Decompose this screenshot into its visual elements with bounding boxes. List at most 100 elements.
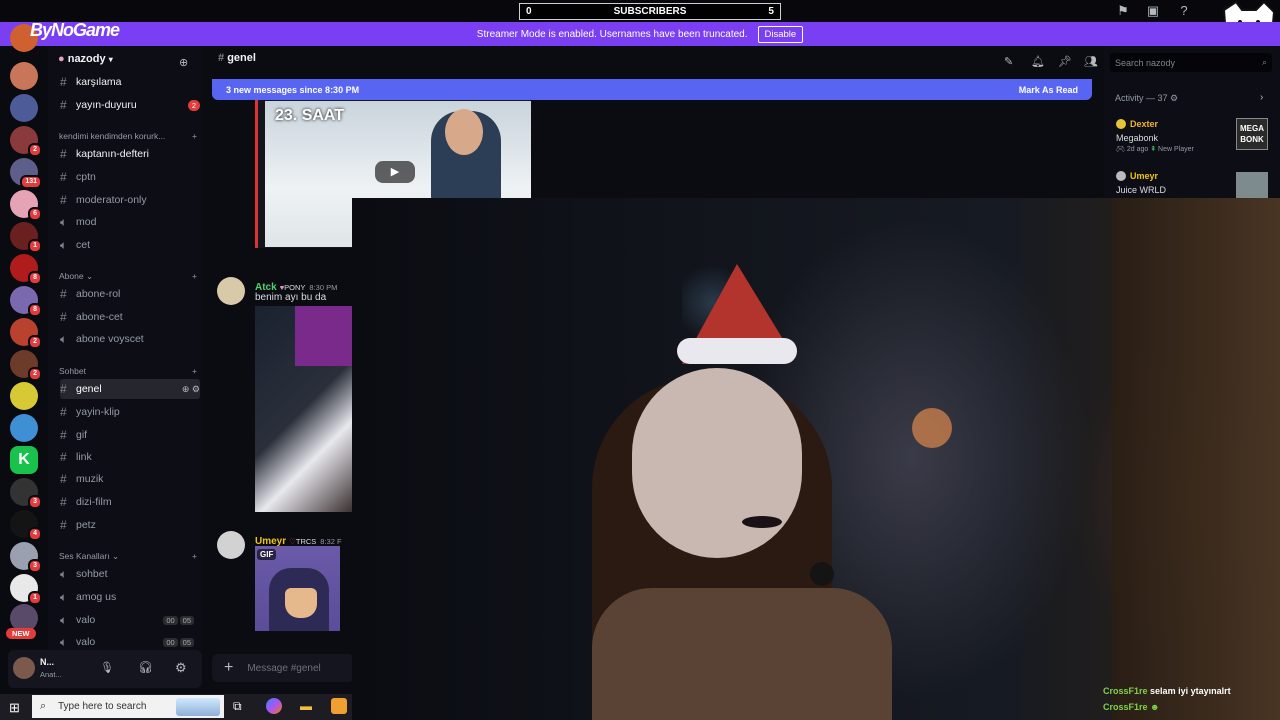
add-channel-icon[interactable]: + bbox=[192, 366, 197, 376]
gear-icon[interactable]: ⚙ bbox=[1170, 93, 1178, 103]
channel-dizi-film[interactable]: # dizi-film bbox=[60, 492, 200, 512]
invite-gear-icons[interactable]: ⊕ ⚙ bbox=[182, 384, 200, 395]
member-list-icon[interactable]: 👥︎ bbox=[1084, 55, 1098, 68]
channel-petz[interactable]: # petz bbox=[60, 515, 200, 535]
channel-kaptanin-defteri[interactable]: # kaptanın-defteri bbox=[60, 144, 200, 164]
mark-as-read-button[interactable]: Mark As Read bbox=[1019, 85, 1078, 95]
server-icon[interactable]: 6 bbox=[10, 190, 42, 221]
category-header[interactable]: kendimi kendimden korurk... + bbox=[59, 131, 197, 141]
message-input[interactable]: + Message #genel bbox=[212, 654, 354, 682]
gif-attachment[interactable]: GIF bbox=[255, 546, 340, 631]
chevron-right-icon[interactable]: › bbox=[1260, 92, 1263, 103]
game-thumbnail[interactable] bbox=[1236, 172, 1268, 198]
guild-name[interactable]: ● nazody ▾ bbox=[58, 53, 113, 65]
image-attachment[interactable] bbox=[255, 306, 352, 512]
channel-yayin-klip[interactable]: # yayin-klip bbox=[60, 402, 200, 422]
channel-cptn[interactable]: # cptn bbox=[60, 167, 200, 187]
guild-title: nazody bbox=[67, 53, 106, 65]
server-icon[interactable]: 3 bbox=[10, 542, 42, 573]
add-channel-icon[interactable]: + bbox=[192, 131, 197, 141]
channel-abone-cet[interactable]: # abone-cet bbox=[60, 307, 200, 327]
server-icon[interactable]: 4 bbox=[10, 510, 42, 541]
activity-status: New Player bbox=[1158, 146, 1194, 153]
disable-streamer-mode-button[interactable]: Disable bbox=[757, 25, 804, 43]
channel-yayin-duyuru[interactable]: # yayın-duyuru 2 bbox=[60, 95, 200, 115]
new-servers-pill[interactable]: NEW bbox=[6, 628, 36, 639]
voice-channel-cet[interactable]: 🔈︎ cet bbox=[60, 235, 200, 255]
brand-logo: ByNoGame bbox=[30, 20, 120, 40]
server-icon[interactable]: 1 bbox=[10, 222, 42, 253]
inbox-icon[interactable]: ▣ bbox=[1145, 3, 1161, 19]
unread-badge: 8 bbox=[28, 271, 42, 285]
category-header[interactable]: Sohbet + bbox=[59, 366, 197, 376]
headphones-icon[interactable]: 🎧︎ bbox=[138, 660, 153, 674]
channel-muzik[interactable]: # muzik bbox=[60, 469, 200, 489]
channel-link[interactable]: # link bbox=[60, 447, 200, 467]
add-member-icon[interactable]: ⊕ bbox=[179, 56, 188, 69]
avatar[interactable] bbox=[217, 277, 245, 305]
hash-icon: # bbox=[60, 450, 67, 464]
activity-header[interactable]: Activity — 37 ⚙ bbox=[1115, 93, 1178, 104]
server-icon[interactable]: 8 bbox=[10, 254, 42, 285]
channel-abone-rol[interactable]: # abone-rol bbox=[60, 284, 200, 304]
avatar bbox=[1116, 171, 1126, 181]
voice-channel-valo[interactable]: 🔈︎ valo 00 05 bbox=[60, 610, 194, 630]
voice-channel-mod[interactable]: 🔈︎ mod bbox=[60, 212, 200, 232]
mic-icon[interactable]: 🎙︎ bbox=[100, 661, 114, 674]
add-attachment-icon[interactable]: + bbox=[224, 659, 233, 677]
copilot-icon[interactable] bbox=[266, 698, 282, 714]
avatar[interactable] bbox=[217, 531, 245, 559]
activity-user[interactable]: Umeyr bbox=[1130, 171, 1158, 181]
voice-channel-amog-us[interactable]: 🔈︎ amog us bbox=[60, 587, 200, 607]
server-icon[interactable]: 131 bbox=[10, 158, 42, 189]
server-icon[interactable]: 1 bbox=[10, 574, 42, 605]
voice-channel-sohbet[interactable]: 🔈︎ sohbet bbox=[60, 564, 200, 584]
help-icon[interactable]: ? bbox=[1176, 3, 1192, 19]
channel-moderator-only[interactable]: # moderator-only bbox=[60, 190, 200, 210]
mention-badge: 2 bbox=[187, 99, 200, 111]
hash-icon: # bbox=[60, 193, 67, 207]
file-explorer-icon[interactable]: ▬ bbox=[300, 699, 312, 713]
voice-channel-abone-voyscet[interactable]: 🔈︎ abone voyscet bbox=[60, 329, 200, 349]
server-icon[interactable] bbox=[10, 62, 38, 90]
channel-label: abone voyscet bbox=[76, 333, 144, 345]
channel-header: # genel bbox=[218, 52, 256, 64]
server-icon[interactable]: 8 bbox=[10, 286, 42, 317]
new-messages-bar[interactable]: 3 new messages since 8:30 PM Mark As Rea… bbox=[212, 79, 1092, 100]
server-icon[interactable]: 2 bbox=[10, 318, 42, 349]
category-header[interactable]: Ses Kanalları ⌄ + bbox=[59, 551, 197, 562]
settings-gear-icon[interactable]: ⚙ bbox=[175, 660, 187, 676]
category-header[interactable]: Abone ⌄ + bbox=[59, 271, 197, 282]
play-icon[interactable]: ▶ bbox=[375, 161, 415, 183]
hash-icon: # bbox=[60, 428, 67, 442]
unread-badge: 1 bbox=[28, 239, 42, 253]
threads-icon[interactable]: ✎ bbox=[1004, 55, 1013, 68]
server-icon[interactable] bbox=[10, 414, 38, 442]
channel-gif[interactable]: # gif bbox=[60, 425, 200, 445]
windows-start-icon[interactable]: ⊞ bbox=[9, 700, 20, 716]
speaker-icon: 🔈︎ bbox=[60, 634, 68, 649]
pin-icon[interactable]: 📌︎ bbox=[1058, 55, 1072, 68]
task-view-icon[interactable]: ⧉ bbox=[233, 699, 242, 714]
hash-icon: # bbox=[60, 405, 67, 419]
channel-karsilama[interactable]: # karşılama bbox=[60, 72, 200, 92]
server-icon[interactable]: 2 bbox=[10, 350, 42, 381]
server-icon[interactable]: 2 bbox=[10, 126, 42, 157]
server-icon[interactable] bbox=[10, 382, 38, 410]
add-channel-icon[interactable]: + bbox=[192, 551, 197, 561]
notification-bell-icon[interactable]: 🔔︎ bbox=[1031, 55, 1045, 68]
activity-user[interactable]: Dexter bbox=[1130, 119, 1158, 129]
voice-channel-valo-2[interactable]: 🔈︎ valo 00 05 bbox=[60, 632, 194, 652]
search-input[interactable]: Search nazody ⌕ bbox=[1110, 53, 1272, 72]
flag-icon[interactable]: ⚑ bbox=[1115, 3, 1131, 19]
kick-server-icon[interactable]: K bbox=[10, 446, 38, 474]
chevron-down-icon: ⌄ bbox=[85, 271, 94, 281]
server-icon[interactable] bbox=[10, 94, 38, 122]
server-icon[interactable]: 3 bbox=[10, 478, 42, 509]
channel-genel[interactable]: # genel ⊕ ⚙ bbox=[60, 379, 200, 399]
game-thumbnail[interactable]: MEGA BONK bbox=[1236, 118, 1268, 150]
avatar[interactable] bbox=[13, 657, 35, 679]
store-icon[interactable] bbox=[331, 698, 347, 714]
search-placeholder: Search nazody bbox=[1115, 57, 1176, 68]
add-channel-icon[interactable]: + bbox=[192, 271, 197, 281]
